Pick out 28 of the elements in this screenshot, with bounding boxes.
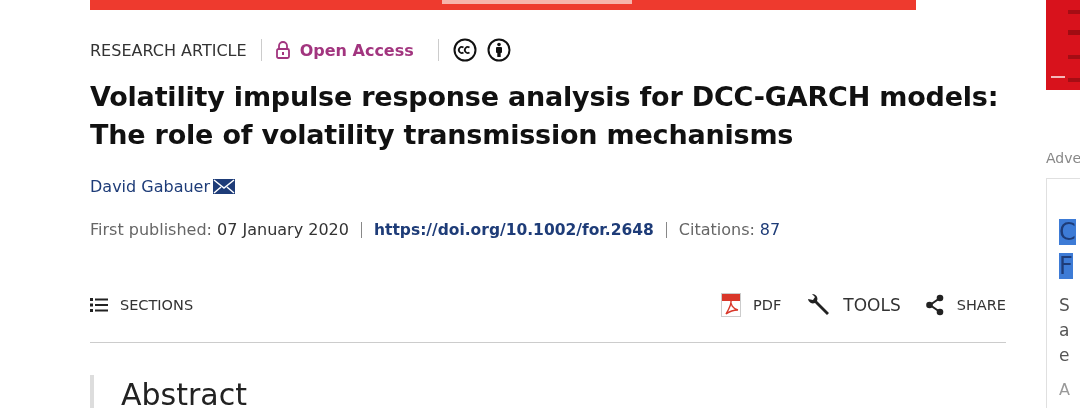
tools-button[interactable]: TOOLS xyxy=(805,292,901,318)
citations-label: Citations: xyxy=(678,220,755,239)
citations-count-link[interactable]: 87 xyxy=(759,220,781,239)
envelope-icon[interactable] xyxy=(213,179,235,194)
ad-heading-text: C xyxy=(1059,219,1076,245)
article-type: RESEARCH ARTICLE xyxy=(90,40,247,60)
open-access-label: Open Access xyxy=(299,40,414,60)
ad-body-text: e xyxy=(1059,344,1071,367)
creative-commons-icon xyxy=(452,38,477,62)
pdf-button[interactable]: PDF xyxy=(721,292,782,318)
author-link[interactable]: David Gabauer xyxy=(90,177,210,196)
ad-body-text: a xyxy=(1059,319,1071,342)
publication-date: First published: 07 January 2020 xyxy=(90,220,349,239)
share-button[interactable]: SHARE xyxy=(924,292,1006,318)
attribution-icon xyxy=(486,38,511,62)
sections-button[interactable]: SECTIONS xyxy=(90,297,194,313)
abstract-heading: Abstract xyxy=(121,376,248,408)
lock-icon xyxy=(275,41,290,59)
advertisement-label: Adve xyxy=(1046,150,1080,166)
ad-heading-text: F xyxy=(1059,253,1073,279)
share-icon xyxy=(924,294,945,316)
ad-footer-text: A xyxy=(1059,380,1071,399)
ad-body-text: S xyxy=(1059,294,1071,317)
article-title: Volatility impulse response analysis for DCC-GARCH models: The role of volatility transmission mechanisms xyxy=(90,80,1000,152)
wrench-icon xyxy=(805,292,832,318)
list-icon xyxy=(90,298,108,312)
doi-link[interactable]: https://doi.org/10.1002/for.2648 xyxy=(373,220,654,239)
pdf-icon xyxy=(721,293,742,317)
